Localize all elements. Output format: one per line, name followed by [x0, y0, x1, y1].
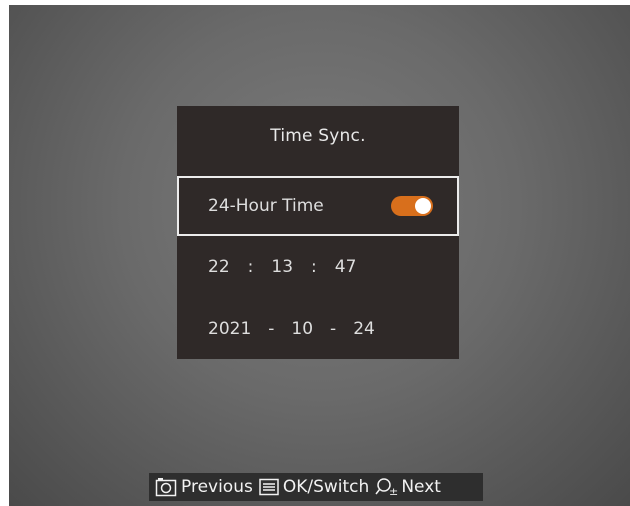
date-row[interactable]: 2021 - 10 - 24 [177, 299, 459, 359]
next-hint-label: Next [401, 477, 441, 497]
camera-icon [155, 476, 177, 498]
date-year[interactable]: 2021 [208, 319, 251, 339]
hour-mode-label: 24-Hour Time [208, 196, 324, 216]
time-separator: : [247, 257, 254, 277]
time-minute[interactable]: 13 [271, 257, 293, 277]
hour-mode-toggle[interactable] [391, 196, 433, 216]
zoom-symbol: ± [389, 485, 398, 497]
previous-hint-label: Previous [181, 477, 253, 497]
date-separator: - [330, 319, 337, 339]
time-row[interactable]: 22 : 13 : 47 [177, 237, 459, 297]
time-sync-panel: Time Sync. 24-Hour Time 22 : 13 : 47 202… [177, 106, 459, 359]
time-hour[interactable]: 22 [208, 257, 230, 277]
date-day[interactable]: 24 [353, 319, 375, 339]
menu-icon [259, 478, 279, 496]
date-month[interactable]: 10 [291, 319, 313, 339]
date-separator: - [268, 319, 275, 339]
ok-switch-hint-label: OK/Switch [282, 477, 370, 497]
time-second[interactable]: 47 [335, 257, 357, 277]
panel-title: Time Sync. [270, 126, 366, 146]
toggle-knob [415, 198, 431, 214]
key-hint-bar: Previous OK/Switch ± Next [149, 473, 483, 501]
time-separator: : [311, 257, 317, 277]
zoom-icon: ± [375, 477, 399, 497]
